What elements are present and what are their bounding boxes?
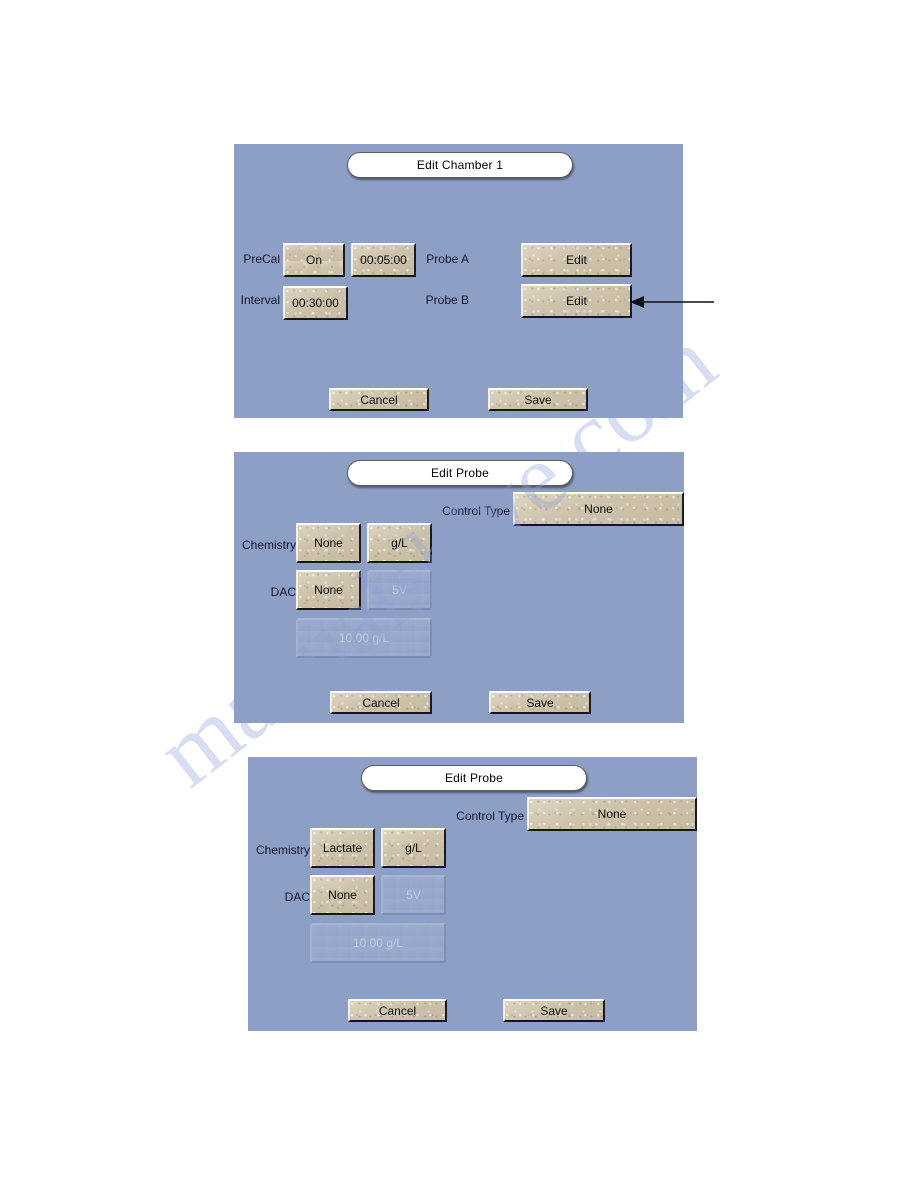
chemistry-units-button[interactable]: g/L [381,828,446,868]
dac-fullscale-button[interactable]: 10.00 g/L [296,618,432,658]
precal-toggle-button[interactable]: On [283,243,345,277]
probe-a-edit-button[interactable]: Edit [521,243,632,277]
precal-label-pos: PreCal [243,252,280,266]
interval-label: Interval [240,293,280,307]
cancel-button[interactable]: Cancel [348,999,447,1022]
precal-time-button[interactable]: 00:05:00 [351,243,416,277]
cancel-button[interactable]: Cancel [330,691,432,714]
dac-voltage-button[interactable]: 5V [367,570,432,610]
screen-edit-probe-lactate: Edit Probe Control Type None Chemistry L… [248,757,697,1031]
screen-title: Edit Probe [347,460,573,486]
probe-b-edit-button[interactable]: Edit [521,284,632,318]
chemistry-units-button[interactable]: g/L [367,523,432,563]
screen-title: Edit Chamber 1 [347,152,573,178]
callout-arrow-probe-b [626,292,716,312]
control-type-button[interactable]: None [527,797,697,831]
dac-fullscale-button[interactable]: 10.00 g/L [310,923,446,963]
probe-a-label: Probe A [426,252,469,266]
screen-title: Edit Probe [361,765,587,791]
control-type-button[interactable]: None [513,492,684,526]
chemistry-value-button[interactable]: None [296,523,361,563]
chemistry-label: Chemistry [241,538,296,552]
dac-label: DAC [284,890,310,904]
screen-edit-chamber-1: Edit Chamber 1 PreCal On 00:05:00 Interv… [234,144,683,418]
dac-value-button[interactable]: None [296,570,361,610]
chemistry-value-button[interactable]: Lactate [310,828,375,868]
dac-value-button[interactable]: None [310,875,375,915]
chemistry-label: Chemistry [255,843,310,857]
document-page: manualshive.com Edit Chamber 1 PreCal On… [0,0,918,1188]
save-button[interactable]: Save [489,691,591,714]
cancel-button[interactable]: Cancel [329,388,429,411]
interval-time-button[interactable]: 00:30:00 [283,286,348,320]
dac-label: DAC [270,585,296,599]
probe-b-label: Probe B [425,293,469,307]
control-type-label: Control Type [442,504,510,518]
save-button[interactable]: Save [503,999,605,1022]
save-button[interactable]: Save [488,388,588,411]
screen-edit-probe-none: Edit Probe Control Type None Chemistry N… [234,452,684,723]
dac-voltage-button[interactable]: 5V [381,875,446,915]
control-type-label: Control Type [456,809,524,823]
